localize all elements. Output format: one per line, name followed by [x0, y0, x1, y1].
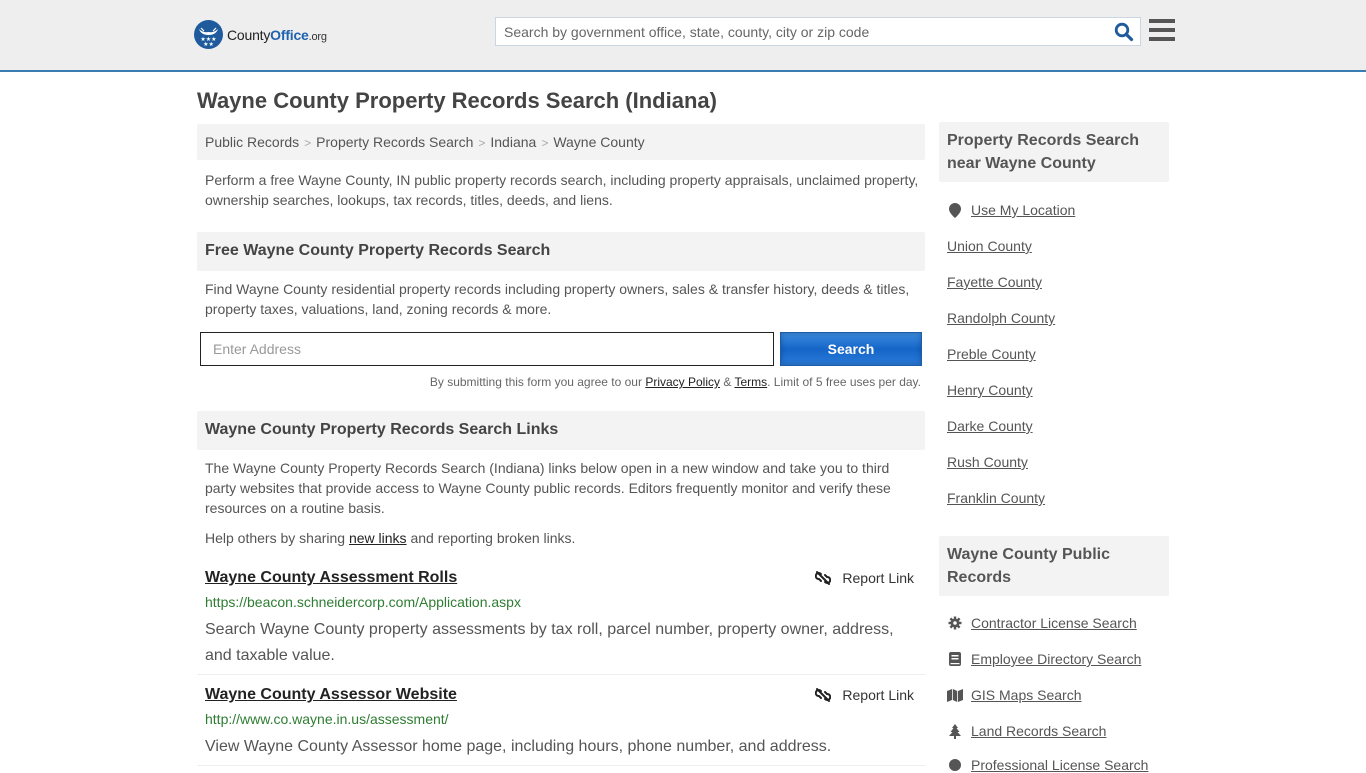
resource-link-description: View Wayne County Assessor home page, in…	[205, 738, 832, 755]
free-search-description: Find Wayne County residential property r…	[205, 281, 910, 317]
employee-directory-search-link[interactable]: Employee Directory Search	[947, 651, 1141, 667]
nearby-county-link[interactable]: Randolph County	[947, 310, 1055, 326]
address-input[interactable]	[200, 332, 774, 366]
contractor-license-search-link[interactable]: Contractor License Search	[947, 615, 1137, 631]
logo-name-bold: Office	[270, 26, 309, 43]
help-text: Help others by sharing new links and rep…	[205, 528, 920, 548]
breadcrumb-separator: >	[304, 136, 312, 150]
breadcrumb-indiana[interactable]: Indiana	[490, 134, 536, 150]
nearby-county-link[interactable]: Henry County	[947, 382, 1033, 398]
disclaimer-amp: &	[720, 375, 735, 389]
svg-text:★★: ★★	[203, 41, 214, 48]
nearby-county-link[interactable]: Union County	[947, 238, 1032, 254]
site-search-input[interactable]	[496, 18, 1106, 45]
nearby-county-link[interactable]: Fayette County	[947, 274, 1042, 290]
resource-link-url: https://beacon.schneidercorp.com/Applica…	[205, 594, 521, 610]
professional-license-search-link[interactable]: Professional License Search	[947, 757, 1148, 773]
breadcrumb-separator: >	[541, 136, 549, 150]
site-search	[495, 17, 1141, 46]
logo-name: County	[227, 26, 271, 43]
breadcrumb-separator: >	[478, 136, 486, 150]
resource-link-url: http://www.co.wayne.in.us/assessment/	[205, 711, 449, 727]
nearby-county-link[interactable]: Rush County	[947, 454, 1028, 470]
gear-icon	[947, 615, 963, 631]
report-link-label: Report Link	[842, 570, 914, 586]
professional-license-search-label: Professional License Search	[971, 757, 1149, 773]
help-text-pre: Help others by sharing	[205, 530, 349, 546]
logo-tld: .org	[308, 30, 327, 43]
site-logo[interactable]: ★★★ ★★ CountyOffice.org	[194, 20, 327, 49]
resource-link-title[interactable]: Wayne County Assessment Rolls	[205, 569, 457, 587]
gis-maps-search-label: GIS Maps Search	[971, 687, 1082, 703]
search-button[interactable]: Search	[780, 332, 922, 366]
resource-link-description: Search Wayne County property assessments…	[205, 621, 894, 664]
breadcrumb-wayne-county[interactable]: Wayne County	[553, 134, 644, 150]
search-icon[interactable]	[1114, 22, 1134, 42]
resource-link-item: Wayne County Assessment Rolls Report Lin…	[197, 569, 925, 675]
nearby-heading: Property Records Search near Wayne Count…	[939, 122, 1169, 182]
land-records-search-label: Land Records Search	[971, 723, 1107, 739]
employee-directory-search-label: Employee Directory Search	[971, 651, 1142, 667]
privacy-policy-link[interactable]: Privacy Policy	[645, 375, 720, 389]
links-section-description: The Wayne County Property Records Search…	[205, 460, 891, 516]
terms-link[interactable]: Terms	[734, 375, 767, 389]
breadcrumb-property-records-search[interactable]: Property Records Search	[316, 134, 473, 150]
map-icon	[947, 687, 963, 703]
nearby-county-link[interactable]: Franklin County	[947, 490, 1045, 506]
top-header: ★★★ ★★ CountyOffice.org	[0, 0, 1366, 72]
disclaimer-limit-text: . Limit of 5 free uses per day.	[767, 375, 921, 389]
gis-maps-search-link[interactable]: GIS Maps Search	[947, 687, 1082, 703]
form-disclaimer: By submitting this form you agree to our…	[430, 375, 921, 389]
resource-link-item: Wayne County Assessor Website Report Lin…	[197, 686, 925, 766]
breadcrumb-public-records[interactable]: Public Records	[205, 134, 299, 150]
logo-text: CountyOffice.org	[227, 27, 327, 43]
menu-hamburger-icon[interactable]	[1149, 19, 1175, 43]
nearby-county-link[interactable]: Preble County	[947, 346, 1036, 362]
page-title: Wayne County Property Records Search (In…	[197, 88, 717, 113]
use-my-location-label: Use My Location	[971, 202, 1076, 218]
tree-icon	[947, 723, 963, 739]
contractor-license-search-label: Contractor License Search	[971, 615, 1137, 631]
intro-text: Perform a free Wayne County, IN public p…	[205, 172, 919, 208]
links-section-heading: Wayne County Property Records Search Lin…	[197, 411, 925, 450]
disclaimer-text: By submitting this form you agree to our	[429, 375, 646, 389]
new-links-link[interactable]: new links	[349, 530, 407, 546]
public-records-heading: Wayne County Public Records	[939, 536, 1169, 596]
breadcrumb: Public Records > Property Records Search > I…	[197, 124, 925, 160]
report-link-button[interactable]: Report Link	[815, 687, 914, 703]
broken-link-icon	[815, 571, 832, 585]
land-records-search-link[interactable]: Land Records Search	[947, 723, 1106, 739]
help-text-post: and reporting broken links.	[406, 530, 576, 546]
free-search-heading: Free Wayne County Property Records Searc…	[197, 232, 925, 271]
map-marker-icon	[947, 202, 963, 218]
book-icon	[947, 651, 963, 667]
report-link-button[interactable]: Report Link	[815, 570, 914, 586]
badge-icon	[947, 757, 963, 773]
report-link-label: Report Link	[842, 687, 914, 703]
eagle-logo-icon: ★★★ ★★	[194, 20, 223, 49]
broken-link-icon	[815, 688, 832, 702]
use-my-location-link[interactable]: Use My Location	[947, 202, 1075, 218]
resource-link-title[interactable]: Wayne County Assessor Website	[205, 686, 457, 704]
nearby-county-link[interactable]: Darke County	[947, 418, 1033, 434]
